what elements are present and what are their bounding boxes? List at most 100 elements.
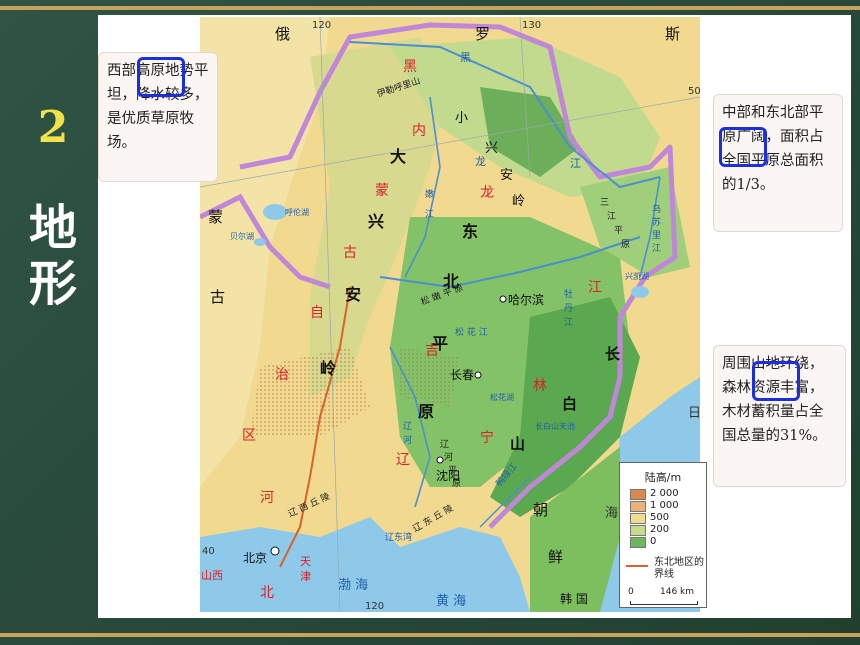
label-heilong-3: 江 [570, 157, 581, 170]
label-hb-1: 河 [260, 490, 274, 506]
label-russia-3: 斯 [665, 25, 680, 43]
label-jl-2: 林 [533, 378, 547, 394]
legend-label-2000: 2 000 [650, 488, 679, 499]
label-songhuahu: 松花湖 [490, 392, 514, 402]
label-korea-2: 鲜 [548, 548, 563, 566]
label-hlj-1: 黑 [403, 59, 417, 75]
label-japan-sea: 海 [605, 506, 618, 521]
label-shanxi: 山西 [201, 569, 223, 582]
label-pyuan-2: 原 [418, 402, 434, 421]
label-dxal-2: 兴 [368, 212, 384, 231]
label-sjpy-1: 三 [600, 198, 609, 208]
label-sjpy-4: 原 [621, 239, 630, 250]
city-beijing-marker [270, 546, 280, 556]
label-xxal-2: 兴 [485, 141, 498, 156]
label-dxal-3: 安 [345, 285, 361, 304]
legend-title: 陆高/m [644, 471, 682, 484]
label-bohai: 渤 海 [338, 577, 368, 593]
label-nen-1: 嫩 [425, 188, 434, 200]
label-nm-6: 区 [242, 428, 256, 444]
label-wusuli-1: 乌 [652, 203, 661, 215]
top-rule [0, 6, 860, 10]
label-wusuli-4: 江 [652, 243, 661, 254]
label-nen-2: 江 [425, 209, 434, 220]
lake-hulun [263, 204, 287, 220]
section-number: 2 [37, 102, 69, 153]
city-changchun-marker [474, 371, 482, 379]
label-south-korea: 韩 国 [560, 591, 588, 606]
label-pyuan-1: 平 [432, 334, 448, 353]
label-hb-2: 北 [260, 585, 274, 601]
label-nm-2: 蒙 [375, 183, 389, 199]
label-tj-1: 天 [300, 555, 311, 568]
label-lhpy-1: 辽 [440, 439, 449, 450]
section-title-char-1: 地 [28, 200, 77, 256]
label-dxal-1: 大 [390, 147, 406, 166]
scale-zero: 0 [628, 587, 634, 597]
lake-buir [254, 238, 266, 246]
label-ln-2: 宁 [480, 429, 494, 446]
coord-lon120-bottom: 120 [365, 601, 384, 612]
label-korea-1: 朝 [533, 501, 548, 519]
label-xxal-4: 岭 [512, 194, 525, 209]
city-harbin-marker [499, 295, 507, 303]
label-xingkai: 兴凯湖 [625, 271, 649, 281]
coord-lon120-top: 120 [312, 20, 331, 31]
section-title-char-2: 形 [28, 256, 77, 312]
label-tianchi: 长白山天池 [535, 421, 575, 431]
label-mudan-3: 江 [564, 317, 573, 328]
city-changchun: 长春 [450, 368, 474, 382]
coord-lat40: 40 [202, 546, 215, 557]
label-lhpy-2: 河 [444, 451, 453, 463]
label-mongolia-2: 古 [210, 288, 225, 306]
label-japan-1: 日 [688, 406, 700, 421]
legend-label-1000: 1 000 [650, 500, 679, 511]
label-hlj-2: 龙 [480, 185, 494, 201]
label-mudan-1: 牡 [564, 288, 573, 300]
legend-swatch-2000 [630, 489, 646, 500]
highlight-plain [719, 127, 767, 167]
label-mongolia-1: 蒙 [208, 208, 223, 226]
label-wusuli-3: 里 [652, 230, 661, 241]
map-legend: 陆高/m 2 000 1 000 500 200 0 东北地区的界线 0 146… [619, 462, 707, 608]
scale-max: 146 km [660, 587, 695, 597]
lake-xingkai [631, 286, 649, 298]
label-db-1: 东 [462, 222, 478, 241]
legend-label-200: 200 [650, 524, 670, 535]
label-buir: 贝尔湖 [230, 231, 254, 241]
label-songhua: 松 花 江 [455, 326, 488, 338]
bottom-rule [0, 633, 860, 637]
label-hulun: 呼伦湖 [285, 207, 309, 217]
label-wusuli-2: 苏 [652, 216, 661, 228]
legend-boundary-label: 东北地区的界线 [654, 557, 704, 580]
city-beijing: 北京 [243, 551, 267, 565]
label-mudan-2: 丹 [564, 303, 573, 314]
label-nm-4: 自 [310, 305, 324, 321]
city-shenyang: 沈阳 [436, 468, 460, 483]
label-sjpy-3: 平 [614, 225, 623, 236]
label-huanghai: 黄 海 [436, 594, 466, 609]
legend-label-500: 500 [650, 512, 670, 523]
label-liao-2: 河 [403, 434, 412, 446]
label-nm-1: 内 [412, 123, 426, 139]
label-hlj-3: 江 [588, 280, 602, 296]
highlight-mountain [752, 361, 800, 401]
label-russia-2: 罗 [475, 25, 490, 43]
label-tj-2: 津 [300, 570, 311, 583]
legend-label-0: 0 [650, 536, 657, 547]
label-heilong-1: 黑 [460, 51, 471, 64]
label-nm-5: 治 [275, 367, 289, 383]
legend-swatch-200 [630, 525, 646, 536]
legend-swatch-1000 [630, 501, 646, 512]
legend-swatch-0 [630, 537, 646, 548]
label-xxal-3: 安 [500, 168, 513, 183]
label-liao-1: 辽 [403, 421, 412, 432]
label-cbs-2: 白 [562, 395, 577, 413]
city-shenyang-marker [436, 456, 444, 464]
coord-lat50: 50 [688, 86, 700, 97]
legend-boundary-line [626, 565, 648, 567]
scale-bar [630, 601, 698, 605]
label-ln-1: 辽 [396, 452, 410, 468]
label-xxal-1: 小 [455, 111, 468, 126]
label-heilong-2: 龙 [475, 155, 486, 168]
